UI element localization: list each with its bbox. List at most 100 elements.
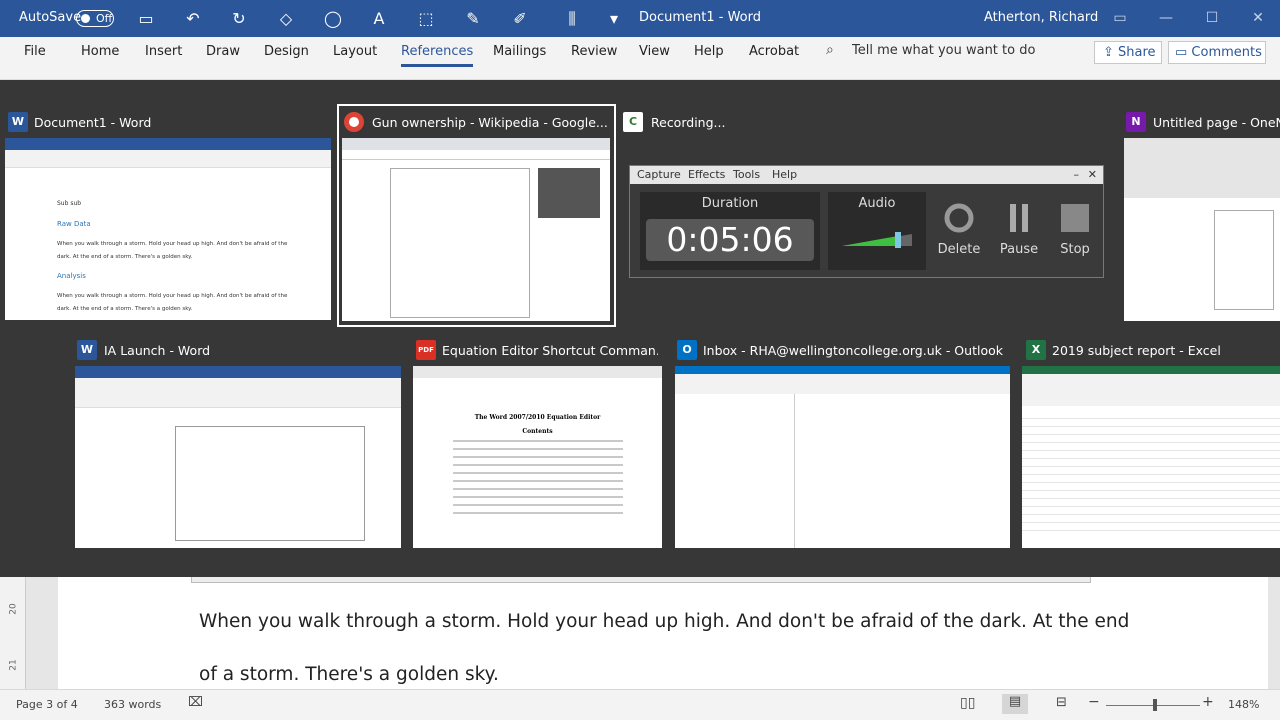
window-thumb-equation[interactable]: The Word 2007/2010 Equation Editor Conte…	[413, 366, 662, 548]
duration-panel: Duration 0:05:06	[640, 192, 820, 270]
thumb-sub-label: Sub sub	[57, 200, 82, 207]
window-thumb-outlook[interactable]	[675, 366, 1010, 548]
thumb-wiki-image	[538, 168, 600, 218]
web-layout-icon[interactable]: ⊟	[1056, 695, 1067, 710]
thumb-excel-bar	[1022, 366, 1280, 374]
read-mode-icon[interactable]: ▯▯	[960, 695, 975, 711]
tab-design[interactable]: Design	[264, 44, 309, 59]
thumb-wiki-table	[390, 168, 530, 318]
print-layout-icon[interactable]: ▤	[1002, 694, 1028, 714]
share-button[interactable]: ⇪ Share	[1094, 41, 1162, 64]
stop-button[interactable]: Stop	[1050, 196, 1100, 266]
page-count[interactable]: Page 3 of 4	[16, 698, 78, 711]
delete-button[interactable]: Delete	[934, 196, 984, 266]
thumb-onenote-grid	[1124, 138, 1280, 198]
menu-tools[interactable]: Tools	[733, 168, 760, 181]
menu-help[interactable]: Help	[772, 168, 797, 181]
pdf-icon: PDF	[416, 340, 436, 360]
window-thumb-onenote[interactable]	[1124, 138, 1280, 321]
columns-icon[interactable]: ⫼	[562, 9, 582, 29]
tab-home[interactable]: Home	[81, 44, 119, 59]
tab-insert[interactable]: Insert	[145, 44, 182, 59]
menu-effects[interactable]: Effects	[688, 168, 725, 181]
thumb-onenote-table	[1214, 210, 1274, 310]
tab-view[interactable]: View	[639, 44, 670, 59]
document-title: Document1 - Word	[639, 10, 761, 25]
zoom-in-icon[interactable]: +	[1202, 694, 1214, 710]
tab-review[interactable]: Review	[571, 44, 617, 59]
thumb-toolbar	[5, 150, 331, 168]
tab-layout[interactable]: Layout	[333, 44, 377, 59]
thumb-address-bar	[342, 150, 610, 160]
chrome-icon	[344, 112, 364, 132]
zoom-out-icon[interactable]: −	[1088, 694, 1100, 710]
tab-references[interactable]: References	[401, 44, 474, 67]
pen-icon[interactable]: ✎	[463, 9, 483, 29]
tab-draw[interactable]: Draw	[206, 44, 240, 59]
title-bar: AutoSave Off ▭ ↶ ↻ ◇ ◯ A ⬚ ✎ ✐ ⫼ ▾ Docum…	[0, 0, 1280, 37]
thumb-outlook-ribbon	[675, 374, 1010, 394]
audio-label: Audio	[858, 196, 896, 211]
proofing-icon[interactable]: ⌧	[188, 695, 203, 710]
tell-me-input[interactable]: Tell me what you want to do	[852, 43, 1035, 58]
task-switcher: W Document1 - Word Sub sub Raw Data When…	[0, 80, 1280, 577]
word-icon: W	[8, 112, 28, 132]
tab-acrobat[interactable]: Acrobat	[749, 44, 799, 59]
vertical-ruler: 20 21	[0, 577, 26, 689]
undo-icon[interactable]: ↶	[183, 9, 203, 29]
save-icon[interactable]: ▭	[136, 9, 156, 29]
comments-label: Comments	[1191, 45, 1262, 60]
window-title-recording: Recording...	[651, 115, 726, 130]
recorder-close-icon[interactable]: ✕	[1088, 168, 1097, 181]
share-label: Share	[1118, 45, 1156, 60]
tab-file[interactable]: File	[24, 44, 46, 59]
tab-help[interactable]: Help	[694, 44, 724, 59]
ribbon-display-icon[interactable]: ▭	[1110, 8, 1130, 28]
search-icon: ⌕	[826, 42, 834, 58]
ribbon-body	[0, 67, 1280, 80]
comments-button[interactable]: ▭ Comments	[1168, 41, 1266, 64]
status-bar: Page 3 of 4 363 words ⌧ ▯▯ ▤ ⊟ − + 148%	[0, 689, 1280, 720]
toc-line	[453, 472, 623, 474]
recorder-widget: Capture Effects Tools Help – ✕ Duration …	[629, 165, 1104, 278]
textbox-icon[interactable]: A	[369, 9, 389, 29]
window-title-ia-launch: IA Launch - Word	[104, 343, 211, 358]
toc-line	[453, 504, 623, 506]
window-title-onenote: Untitled page - OneNote	[1153, 115, 1280, 130]
user-name[interactable]: Atherton, Richard	[984, 10, 1098, 25]
autosave-toggle[interactable]: Off	[76, 10, 114, 27]
menu-capture[interactable]: Capture	[637, 168, 681, 181]
highlighter-icon[interactable]: ✐	[510, 9, 530, 29]
recorder-menu: Capture Effects Tools Help – ✕	[630, 166, 1103, 184]
tab-mailings[interactable]: Mailings	[493, 44, 546, 59]
toc-line	[453, 488, 623, 490]
select-icon[interactable]: ⬚	[416, 9, 436, 29]
audio-slider-thumb[interactable]	[895, 232, 901, 248]
word-icon-2: W	[77, 340, 97, 360]
word-count[interactable]: 363 words	[104, 698, 161, 711]
ribbon-tabs: File Home Insert Draw Design Layout Refe…	[0, 37, 1280, 67]
window-thumb-excel[interactable]	[1022, 366, 1280, 548]
thumb-body-2: When you walk through a storm. Hold your…	[57, 293, 288, 312]
shapes-icon[interactable]: ◯	[323, 9, 343, 29]
zoom-slider-thumb[interactable]	[1153, 699, 1157, 711]
thumb-symbol-table	[175, 426, 365, 541]
eraser-icon[interactable]: ◇	[276, 9, 296, 29]
pause-button[interactable]: Pause	[994, 196, 1044, 266]
audio-level-meter[interactable]	[842, 232, 912, 248]
window-thumb-chrome[interactable]	[342, 138, 610, 321]
maximize-icon[interactable]: ☐	[1202, 8, 1222, 28]
minimize-icon[interactable]: —	[1156, 8, 1176, 28]
close-icon[interactable]: ✕	[1248, 8, 1268, 28]
zoom-level[interactable]: 148%	[1228, 698, 1259, 711]
thumb-chrome-tabs	[342, 138, 610, 150]
window-thumb-ia-launch[interactable]	[75, 366, 401, 548]
window-thumb-document1[interactable]: Sub sub Raw Data When you walk through a…	[5, 138, 331, 320]
recorder-minimize-icon[interactable]: –	[1074, 168, 1080, 181]
thumb-excel-ribbon	[1022, 374, 1280, 406]
thumb-ribbon-2	[75, 366, 401, 378]
thumb-body-1: When you walk through a storm. Hold your…	[57, 241, 288, 260]
toc-line	[453, 480, 623, 482]
thumb-pdf-toolbar	[413, 366, 662, 378]
redo-icon[interactable]: ↻	[229, 9, 249, 29]
